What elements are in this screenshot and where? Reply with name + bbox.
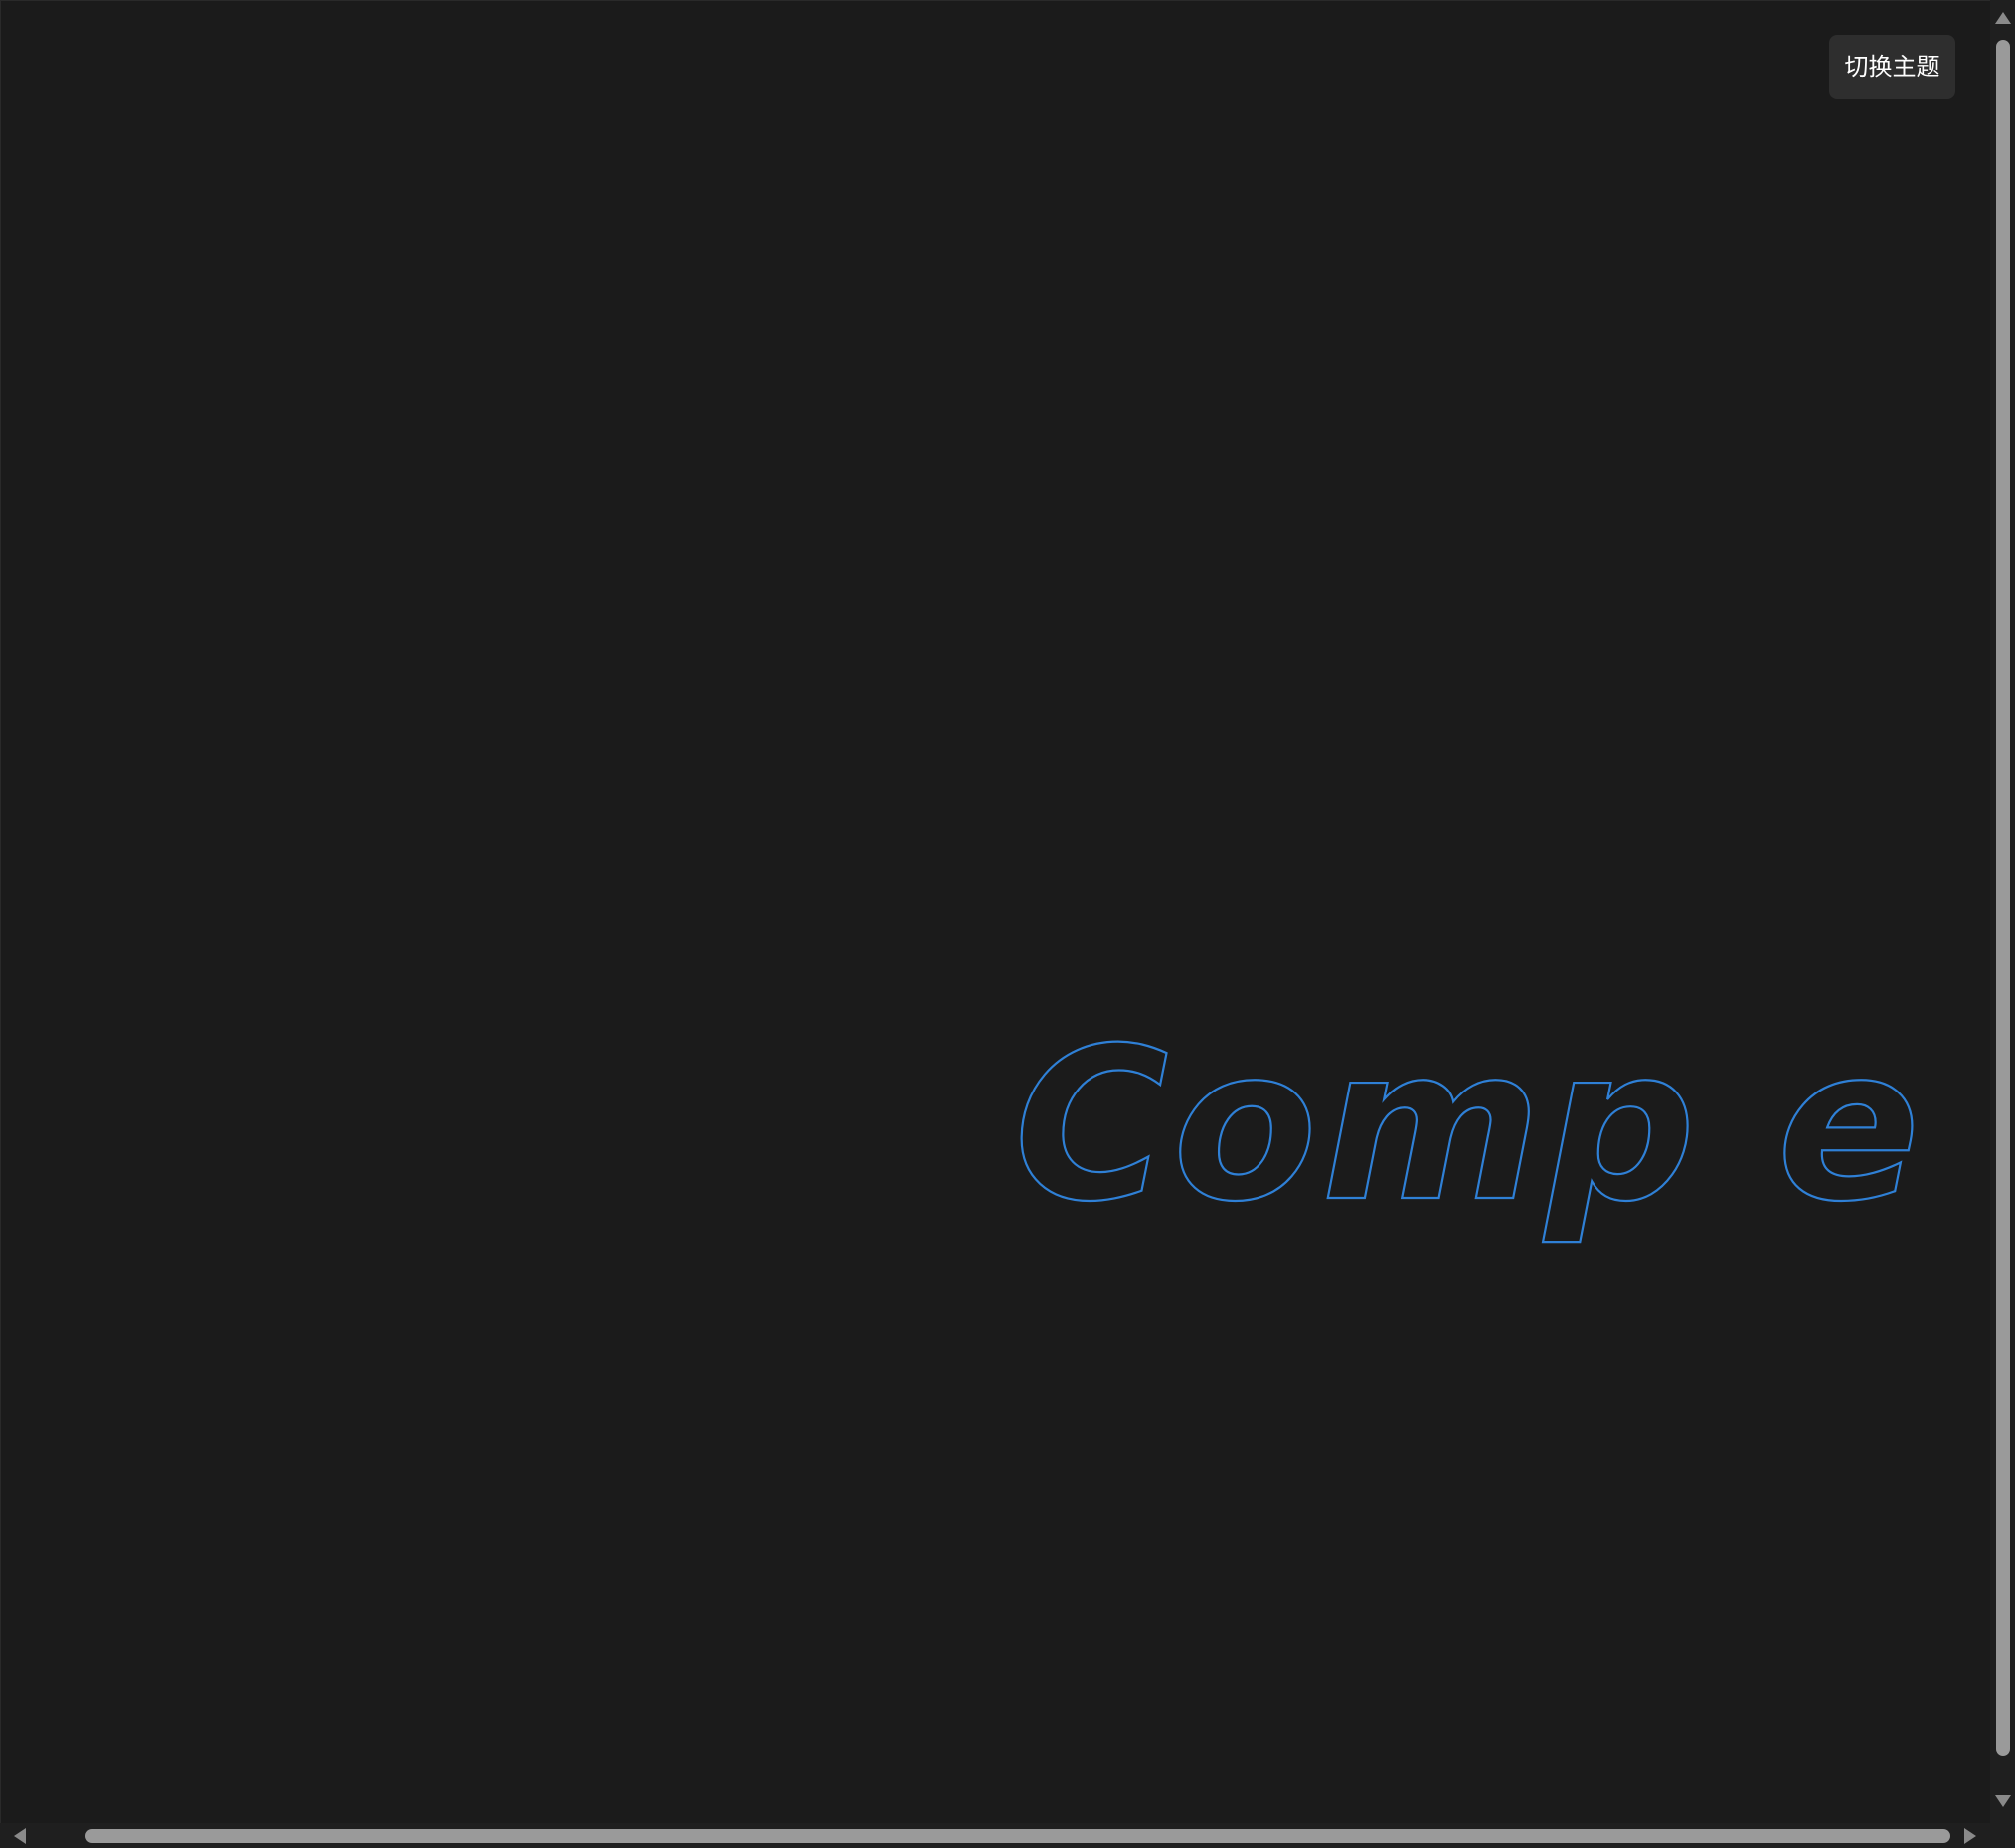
outline-heading-text: Comp e	[1014, 1002, 1924, 1248]
scroll-down-arrow-icon[interactable]	[1995, 1795, 2011, 1807]
vertical-scrollbar[interactable]	[1990, 0, 2015, 1823]
scroll-up-arrow-icon[interactable]	[1995, 12, 2011, 24]
scroll-left-arrow-icon[interactable]	[14, 1828, 26, 1844]
horizontal-scrollbar[interactable]	[0, 1823, 1990, 1848]
toggle-theme-button[interactable]: 切换主题	[1829, 35, 1955, 99]
scrollbar-corner	[1990, 1823, 2015, 1848]
browser-viewport: Comp e 切换主题	[0, 0, 2015, 1848]
page-canvas: Comp e 切换主题	[0, 0, 1990, 1823]
horizontal-scrollbar-thumb[interactable]	[85, 1829, 1950, 1843]
vertical-scrollbar-thumb[interactable]	[1996, 40, 2010, 1756]
outline-text-layer: Comp e	[1013, 1001, 1924, 1249]
scroll-right-arrow-icon[interactable]	[1964, 1828, 1976, 1844]
